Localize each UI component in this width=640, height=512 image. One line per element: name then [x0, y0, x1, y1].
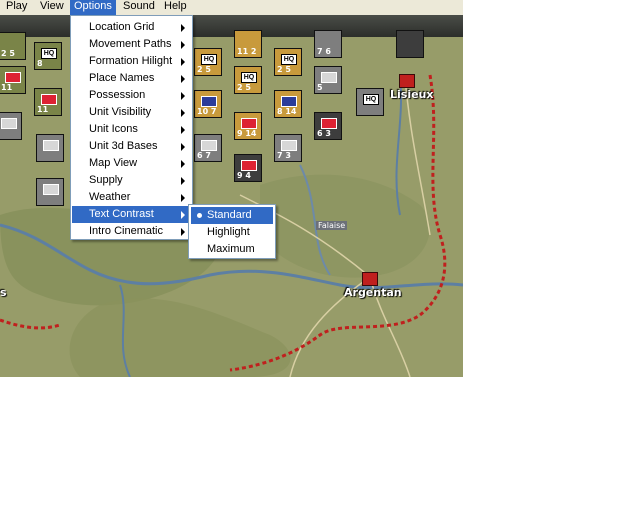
menu-item-intro-cinematic[interactable]: Intro Cinematic	[72, 223, 191, 240]
submenu-arrow-icon	[181, 126, 185, 134]
unit-counter[interactable]: 8 14	[274, 90, 302, 118]
hq-icon: HQ	[363, 94, 379, 105]
submenu-arrow-icon	[181, 92, 185, 100]
menu-sound[interactable]: Sound	[119, 0, 159, 15]
infantry-icon	[281, 96, 297, 107]
menu-view[interactable]: View	[36, 0, 68, 15]
place-name-falaise: Falaise	[316, 221, 348, 230]
menu-play[interactable]: Play	[2, 0, 31, 15]
armor-icon	[41, 94, 57, 105]
infantry-icon	[201, 96, 217, 107]
submenu-arrow-icon	[181, 211, 185, 219]
unit-counter[interactable]: 11 2	[234, 30, 262, 58]
menu-item-unit-3d-bases[interactable]: Unit 3d Bases	[72, 138, 191, 155]
text-contrast-submenu: Standard Highlight Maximum	[188, 204, 276, 259]
menu-item-place-names[interactable]: Place Names	[72, 70, 191, 87]
submenu-arrow-icon	[181, 41, 185, 49]
unit-counter[interactable]	[36, 134, 64, 162]
options-dropdown-menu: Location Grid Movement Paths Formation H…	[70, 15, 193, 240]
hq-icon: HQ	[281, 54, 297, 65]
menu-item-unit-visibility[interactable]: Unit Visibility	[72, 104, 191, 121]
submenu-arrow-icon	[181, 177, 185, 185]
town-marker-lisieux[interactable]	[399, 74, 415, 88]
armor-icon	[321, 118, 337, 129]
unit-counter[interactable]: 9 14	[234, 112, 262, 140]
submenu-arrow-icon	[181, 75, 185, 83]
submenu-arrow-icon	[181, 58, 185, 66]
hq-icon: HQ	[201, 54, 217, 65]
menu-item-possession[interactable]: Possession	[72, 87, 191, 104]
unit-counter[interactable]	[396, 30, 424, 58]
menu-item-movement-paths[interactable]: Movement Paths	[72, 36, 191, 53]
unit-counter-hq[interactable]: HQ 8	[34, 42, 62, 70]
place-name-lisieux: Lisieux	[390, 88, 434, 101]
unit-counter[interactable]	[36, 178, 64, 206]
menu-help[interactable]: Help	[160, 0, 191, 15]
artillery-icon	[43, 184, 59, 195]
unit-counter[interactable]: 6 7	[194, 134, 222, 162]
place-name-partial: s	[0, 286, 7, 299]
submenu-arrow-icon	[181, 160, 185, 168]
radio-bullet-icon	[197, 213, 202, 218]
submenu-arrow-icon	[181, 143, 185, 151]
submenu-item-maximum[interactable]: Maximum	[191, 241, 273, 258]
menu-item-map-view[interactable]: Map View	[72, 155, 191, 172]
menu-item-weather[interactable]: Weather	[72, 189, 191, 206]
menu-item-text-contrast[interactable]: Text Contrast	[72, 206, 191, 223]
menu-item-supply[interactable]: Supply	[72, 172, 191, 189]
unit-counter-hq[interactable]: HQ 2 5	[194, 48, 222, 76]
unit-counter[interactable]: 2 5	[0, 32, 26, 60]
menu-item-unit-icons[interactable]: Unit Icons	[72, 121, 191, 138]
submenu-arrow-icon	[181, 109, 185, 117]
menubar: Play View Options Sound Help	[0, 0, 463, 15]
menu-item-location-grid[interactable]: Location Grid	[72, 19, 191, 36]
unit-counter[interactable]: 11	[0, 66, 26, 94]
unit-counter-hq[interactable]: HQ	[356, 88, 384, 116]
menu-options[interactable]: Options	[70, 0, 116, 15]
unit-counter[interactable]: 11	[34, 88, 62, 116]
submenu-arrow-icon	[181, 24, 185, 32]
armor-icon	[281, 140, 297, 151]
place-name-argentan: Argentan	[344, 286, 402, 299]
hq-icon: HQ	[41, 48, 57, 59]
unit-counter[interactable]: 5	[314, 66, 342, 94]
unit-counter[interactable]: 9 4	[234, 154, 262, 182]
unit-counter[interactable]	[0, 112, 22, 140]
infantry-icon	[5, 72, 21, 83]
unit-counter[interactable]: 10 7	[194, 90, 222, 118]
hq-icon: HQ	[241, 72, 257, 83]
armor-icon	[43, 140, 59, 151]
submenu-arrow-icon	[181, 228, 185, 236]
unit-counter-hq[interactable]: HQ 2 5	[274, 48, 302, 76]
unit-counter[interactable]: 7 3	[274, 134, 302, 162]
unit-counter[interactable]: 6 3	[314, 112, 342, 140]
menu-item-formation-hilight[interactable]: Formation Hilight	[72, 53, 191, 70]
submenu-item-highlight[interactable]: Highlight	[191, 224, 273, 241]
submenu-item-standard[interactable]: Standard	[191, 207, 273, 224]
unit-counter-hq[interactable]: HQ 2 5	[234, 66, 262, 94]
town-marker-argentan[interactable]	[362, 272, 378, 286]
infantry-icon	[1, 118, 17, 129]
unit-counter[interactable]: 7 6	[314, 30, 342, 58]
armor-icon	[241, 160, 257, 171]
infantry-icon	[241, 118, 257, 129]
submenu-arrow-icon	[181, 194, 185, 202]
armor-icon	[321, 72, 337, 83]
infantry-icon	[201, 140, 217, 151]
